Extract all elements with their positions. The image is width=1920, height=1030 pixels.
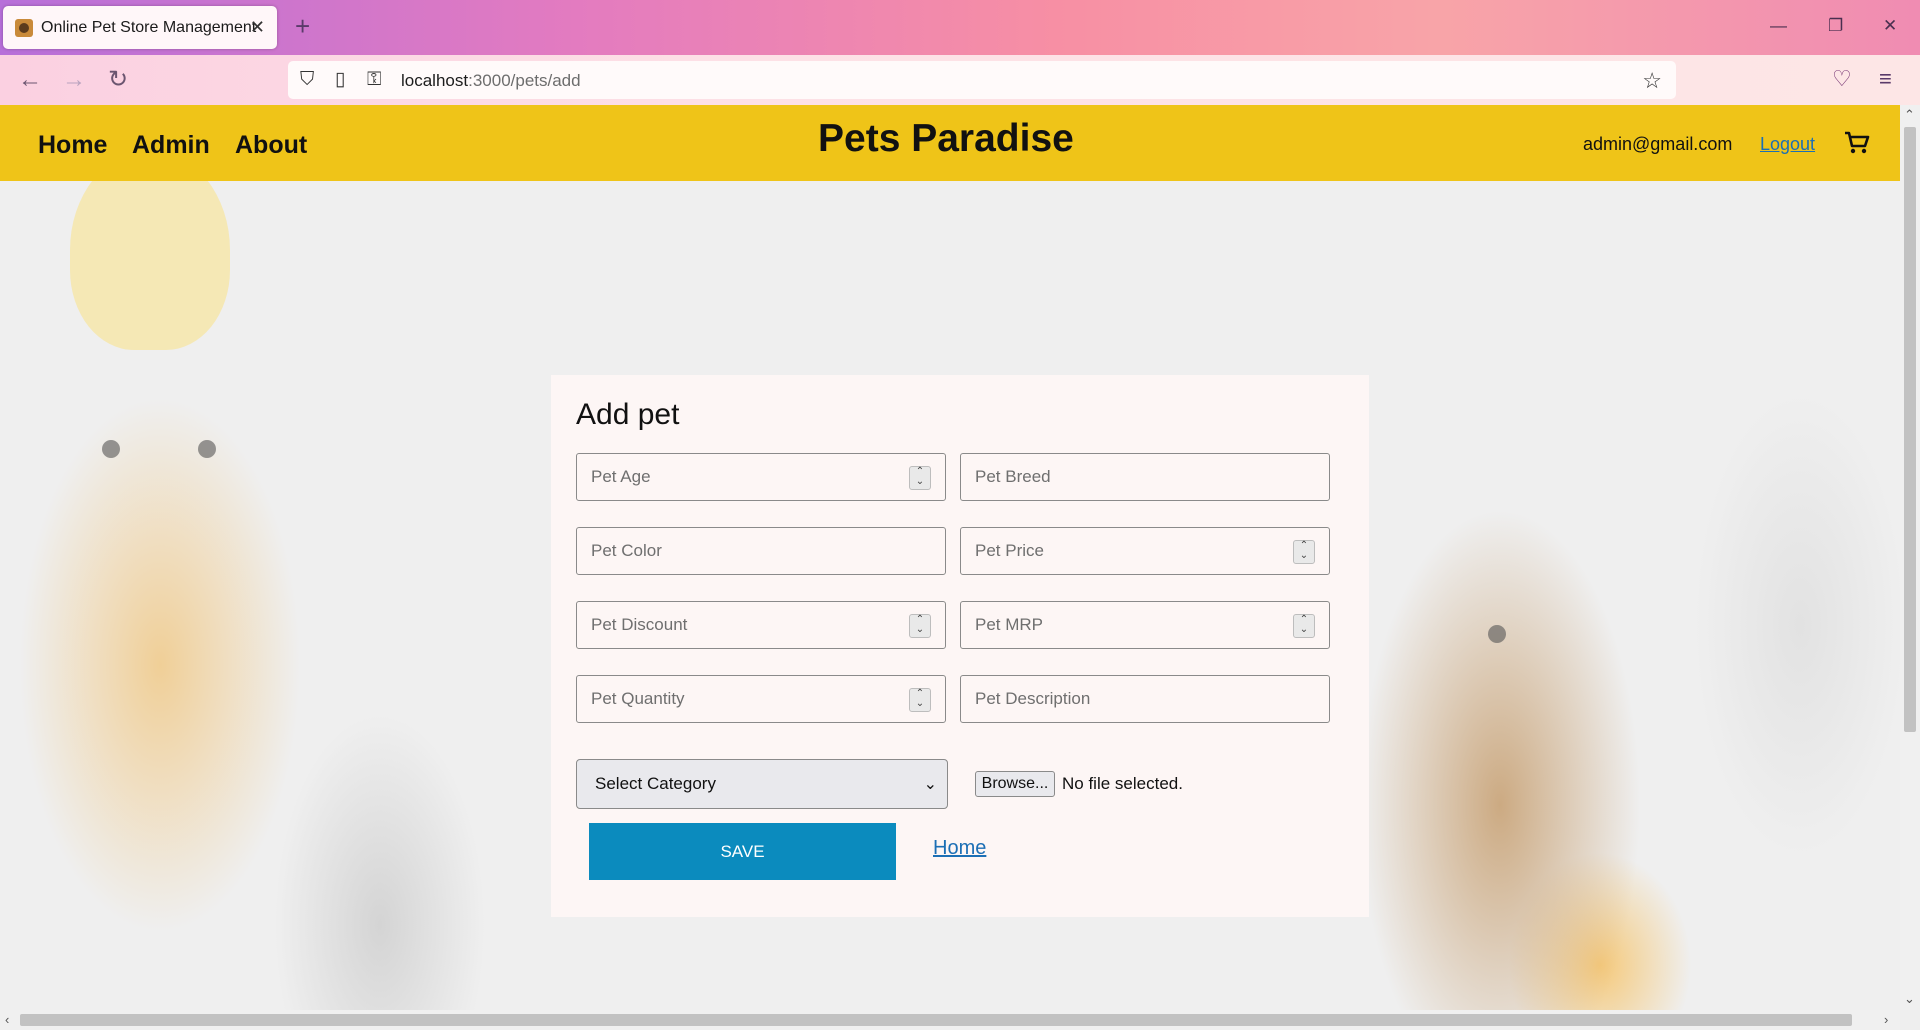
pet-price-placeholder: Pet Price	[975, 541, 1044, 560]
close-tab-icon[interactable]: ✕	[250, 17, 265, 37]
pet-discount-input[interactable]: Pet Discount ⌃ ⌄	[576, 601, 946, 649]
url-host: localhost	[401, 71, 469, 90]
add-pet-form: Add pet Pet Age ⌃ ⌄ Pet Breed Pet Color P…	[551, 375, 1369, 917]
site-header: Home Admin About Pets Paradise admin@gma…	[0, 105, 1900, 181]
browser-tab-bar: Online Pet Store Management ✕ + — ❐ ✕	[0, 0, 1920, 55]
pet-color-input[interactable]: Pet Color	[576, 527, 946, 575]
pet-quantity-input[interactable]: Pet Quantity ⌃ ⌄	[576, 675, 946, 723]
category-selected-value: Select Category	[595, 774, 716, 793]
site-title: Pets Paradise	[818, 117, 1074, 160]
menu-icon[interactable]: ≡	[1879, 67, 1892, 91]
pocket-icon[interactable]: ♡	[1832, 67, 1852, 91]
browse-file-button[interactable]: Browse...	[975, 771, 1055, 797]
url-path: :3000/pets/add	[468, 71, 581, 90]
close-window-icon[interactable]: ✕	[1883, 14, 1897, 38]
pet-breed-placeholder: Pet Breed	[975, 467, 1051, 486]
reload-icon[interactable]: ↻	[108, 67, 128, 93]
spinner-icon[interactable]: ⌃ ⌄	[909, 614, 931, 638]
bookmark-star-icon[interactable]: ☆	[1642, 68, 1662, 94]
pet-price-input[interactable]: Pet Price ⌃ ⌄	[960, 527, 1330, 575]
browser-tab[interactable]: Online Pet Store Management ✕	[3, 6, 277, 49]
pet-description-placeholder: Pet Description	[975, 689, 1091, 708]
scroll-right-icon[interactable]: ›	[1884, 1012, 1888, 1027]
cart-icon[interactable]	[1843, 130, 1871, 161]
horizontal-scrollbar[interactable]: ‹ ›	[0, 1010, 1900, 1030]
page-viewport: Home Admin About Pets Paradise admin@gma…	[0, 105, 1900, 1010]
scroll-down-icon[interactable]: ⌄	[1904, 991, 1915, 1007]
key-icon[interactable]: ⚿	[367, 69, 381, 91]
background-dog-eye	[198, 440, 216, 458]
spinner-icon[interactable]: ⌃ ⌄	[1293, 614, 1315, 638]
address-bar[interactable]: ⛉ ▯ ⚿ localhost:3000/pets/add ☆	[288, 61, 1676, 99]
file-status: No file selected.	[1062, 774, 1183, 793]
spinner-icon[interactable]: ⌃ ⌄	[1293, 540, 1315, 564]
pet-store-favicon-icon	[15, 18, 33, 37]
nav-admin-link[interactable]: Admin	[132, 131, 210, 160]
pet-discount-placeholder: Pet Discount	[591, 615, 688, 634]
pet-color-placeholder: Pet Color	[591, 541, 662, 560]
page-icon: ▯	[335, 69, 346, 90]
home-link[interactable]: Home	[933, 837, 986, 860]
background-dog-eye	[1488, 625, 1506, 643]
forward-icon[interactable]: →	[62, 67, 86, 93]
category-select[interactable]: Select Category ⌄	[576, 759, 948, 809]
minimize-icon[interactable]: —	[1770, 14, 1787, 38]
spinner-icon[interactable]: ⌃ ⌄	[909, 466, 931, 490]
restore-icon[interactable]: ❐	[1828, 14, 1843, 38]
browser-toolbar: ← → ↻ ⛉ ▯ ⚿ localhost:3000/pets/add ☆ ♡ …	[0, 55, 1920, 105]
pet-age-input[interactable]: Pet Age ⌃ ⌄	[576, 453, 946, 501]
chevron-down-icon: ⌄	[923, 776, 937, 793]
spinner-icon[interactable]: ⌃ ⌄	[909, 688, 931, 712]
nav-about-link[interactable]: About	[235, 131, 307, 160]
url-text[interactable]: localhost:3000/pets/add	[401, 71, 581, 91]
back-icon[interactable]: ←	[18, 67, 42, 93]
pet-description-input[interactable]: Pet Description	[960, 675, 1330, 723]
save-button[interactable]: SAVE	[589, 823, 896, 880]
nav-home-link[interactable]: Home	[38, 131, 107, 160]
pet-mrp-input[interactable]: Pet MRP ⌃ ⌄	[960, 601, 1330, 649]
user-email: admin@gmail.com	[1583, 134, 1733, 154]
scroll-left-icon[interactable]: ‹	[5, 1012, 9, 1027]
logout-link[interactable]: Logout	[1760, 134, 1815, 155]
pet-mrp-placeholder: Pet MRP	[975, 615, 1044, 634]
shield-icon[interactable]: ⛉	[300, 69, 314, 91]
background-dog-eye	[102, 440, 120, 458]
pet-breed-input[interactable]: Pet Breed	[960, 453, 1330, 501]
tab-title: Online Pet Store Management	[41, 18, 257, 36]
form-title: Add pet	[576, 398, 680, 431]
pet-quantity-placeholder: Pet Quantity	[591, 689, 685, 708]
vertical-scroll-thumb[interactable]	[1904, 127, 1916, 732]
horizontal-scroll-thumb[interactable]	[20, 1014, 1852, 1026]
pet-age-placeholder: Pet Age	[591, 467, 651, 486]
vertical-scrollbar[interactable]: ⌃ ⌄	[1900, 105, 1920, 1010]
scroll-up-icon[interactable]: ⌃	[1904, 107, 1915, 123]
new-tab-icon[interactable]: +	[295, 11, 310, 41]
